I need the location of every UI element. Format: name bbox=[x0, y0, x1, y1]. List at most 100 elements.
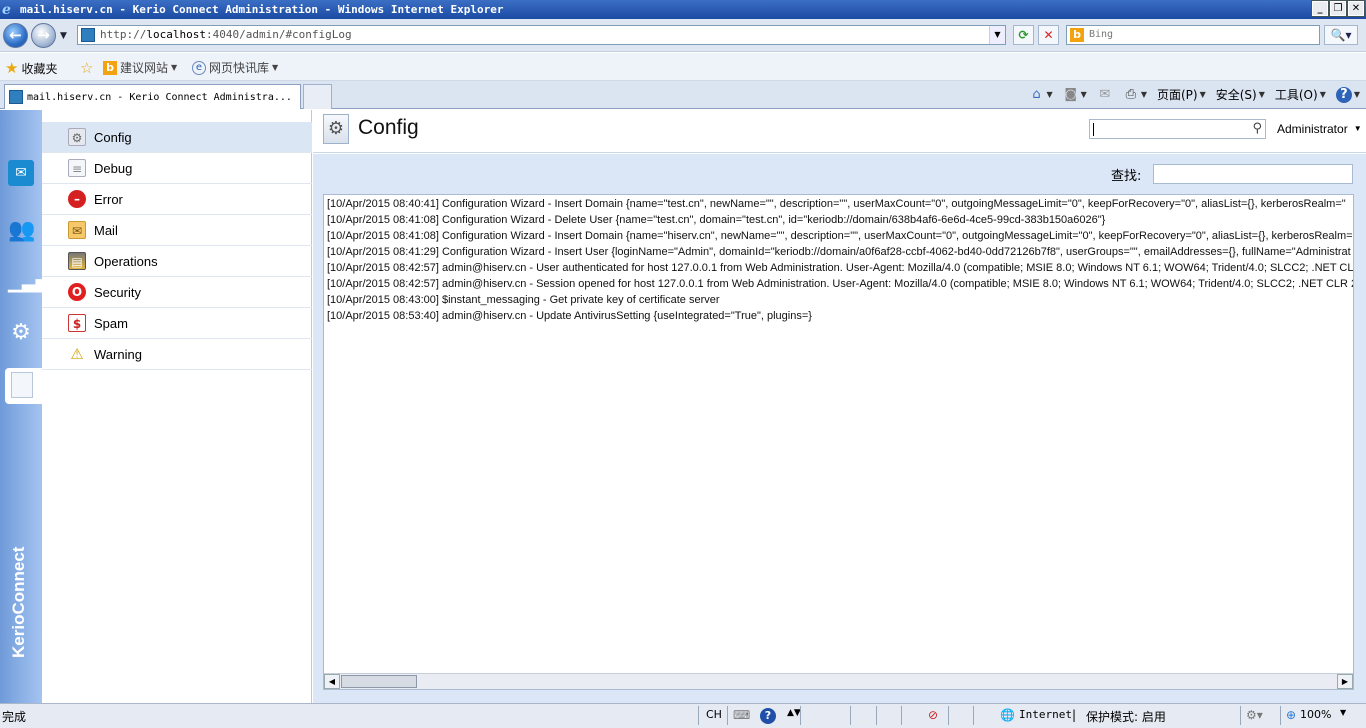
help-icon[interactable]: ? bbox=[760, 708, 776, 724]
spam-icon: $ bbox=[68, 314, 86, 332]
kerio-connect-logo: KerioConnect bbox=[9, 546, 28, 658]
options-arrows-icon[interactable]: ▲▼ bbox=[787, 708, 801, 718]
star-icon: ★ bbox=[5, 59, 19, 77]
log-line: [10/Apr/2015 08:53:40] admin@hiserv.cn -… bbox=[327, 310, 812, 322]
scroll-thumb[interactable] bbox=[341, 675, 417, 688]
status-text: 完成 bbox=[2, 710, 27, 724]
log-line: [10/Apr/2015 08:42:57] admin@hiserv.cn -… bbox=[327, 278, 1354, 290]
nav-item-operations[interactable]: ▤ Operations bbox=[42, 246, 312, 277]
safety-menu[interactable]: 安全(S) ▼ bbox=[1216, 86, 1265, 103]
module-rail: ✉ 👥 ▁▃▅ ⚙ KerioConnect bbox=[0, 110, 50, 703]
tools-menu[interactable]: 工具(O) ▼ bbox=[1275, 86, 1326, 103]
print-icon: ⎙ bbox=[1125, 86, 1137, 102]
address-url[interactable]: http://localhost:4040/admin/#configLog bbox=[100, 28, 352, 41]
close-button[interactable]: ✕ bbox=[1347, 0, 1365, 17]
back-button[interactable]: ← bbox=[3, 23, 28, 48]
log-line: [10/Apr/2015 08:40:41] Configuration Wiz… bbox=[327, 198, 1346, 210]
find-label: 查找: bbox=[1111, 169, 1142, 184]
add-favorite-icon: ☆ bbox=[80, 59, 94, 77]
chevron-down-icon: ▼ bbox=[1046, 90, 1053, 99]
config-icon: ⚙ bbox=[68, 128, 86, 146]
address-dropdown-icon[interactable]: ▼ bbox=[989, 26, 1005, 44]
search-button[interactable]: 🔍▾ bbox=[1324, 25, 1358, 45]
nav-item-security[interactable]: O Security bbox=[42, 277, 312, 308]
recent-pages-dropdown-icon[interactable]: ▼ bbox=[60, 31, 67, 41]
print-button[interactable]: ⎙ ▼ bbox=[1123, 87, 1147, 103]
content-header: ⚙ Config ⚲ Administrator ▼ bbox=[313, 110, 1366, 153]
log-line: [10/Apr/2015 08:41:29] Configuration Wiz… bbox=[327, 246, 1351, 258]
window-title: mail.hiserv.cn - Kerio Connect Administr… bbox=[20, 3, 504, 16]
main-content: ⚙ Config ⚲ Administrator ▼ 查找: [10/Apr/2… bbox=[313, 110, 1366, 703]
suggested-sites-button[interactable]: b 建议网站 ▼ bbox=[103, 59, 177, 76]
log-viewer[interactable]: [10/Apr/2015 08:40:41] Configuration Wiz… bbox=[323, 194, 1354, 690]
nav-item-warning[interactable]: ⚠ Warning bbox=[42, 339, 312, 370]
chevron-down-icon: ▼ bbox=[1353, 90, 1360, 99]
forward-button[interactable]: → bbox=[31, 23, 56, 48]
nav-item-spam[interactable]: $ Spam bbox=[42, 308, 312, 339]
site-favicon-icon bbox=[81, 28, 95, 42]
kerio-app: ✉ 👥 ▁▃▅ ⚙ KerioConnect ⚙ Config ≡ Debug … bbox=[0, 110, 1366, 703]
zoom-level[interactable]: 100% bbox=[1300, 708, 1331, 721]
restore-button[interactable]: ❐ bbox=[1329, 0, 1347, 17]
minimize-button[interactable]: _ bbox=[1311, 0, 1329, 17]
logs-module-tab[interactable] bbox=[5, 368, 42, 404]
chevron-down-icon: ▼ bbox=[1080, 90, 1087, 99]
logs-nav: ⚙ Config ≡ Debug – Error ✉ Mail ▤ Operat… bbox=[42, 110, 312, 703]
log-panel: 查找: [10/Apr/2015 08:40:41] Configuration… bbox=[313, 154, 1366, 703]
bing-icon: b bbox=[103, 60, 117, 75]
chevron-down-icon: ▼ bbox=[171, 63, 178, 72]
nav-item-mail[interactable]: ✉ Mail bbox=[42, 215, 312, 246]
statistics-module-icon[interactable]: ▁▃▅ bbox=[8, 270, 50, 296]
scroll-left-icon[interactable]: ◀ bbox=[324, 674, 340, 689]
new-tab-button[interactable] bbox=[303, 84, 332, 109]
command-bar: ⌂ ▼ ◙ ▼ ✉ ⎙ ▼ 页面(P) ▼ 安全(S) ▼ 工具(O) ▼ ? ▼ bbox=[1029, 86, 1360, 103]
settings-module-icon[interactable]: ⚙ bbox=[8, 320, 34, 346]
browser-tab[interactable]: mail.hiserv.cn - Kerio Connect Administr… bbox=[4, 84, 301, 109]
nav-item-config[interactable]: ⚙ Config bbox=[42, 122, 312, 153]
mail-icon: ✉ bbox=[1099, 86, 1111, 102]
address-bar[interactable]: http://localhost:4040/admin/#configLog ▼ bbox=[77, 25, 1006, 45]
horizontal-scrollbar[interactable]: ◀ ▶ bbox=[324, 673, 1353, 689]
log-line: [10/Apr/2015 08:42:57] admin@hiserv.cn -… bbox=[327, 262, 1354, 274]
ie-logo-icon: e bbox=[2, 1, 11, 18]
chevron-down-icon: ▼ bbox=[272, 63, 279, 72]
home-button[interactable]: ⌂ ▼ bbox=[1029, 86, 1053, 103]
language-indicator[interactable]: CH bbox=[706, 708, 722, 721]
add-favorite-button[interactable]: ☆ bbox=[80, 59, 93, 77]
security-icon: O bbox=[68, 283, 86, 301]
popup-blocker-icon[interactable]: ⊘ bbox=[928, 708, 938, 722]
search-input[interactable]: b Bing bbox=[1066, 25, 1320, 45]
refresh-button[interactable]: ⟳ bbox=[1013, 25, 1034, 45]
home-icon: ⌂ bbox=[1032, 86, 1041, 102]
find-input[interactable] bbox=[1153, 164, 1353, 184]
scroll-right-icon[interactable]: ▶ bbox=[1337, 674, 1353, 689]
users-module-icon[interactable]: 👥 bbox=[8, 218, 35, 244]
config-log-icon: ⚙ bbox=[323, 114, 349, 144]
read-mail-button[interactable]: ✉ bbox=[1097, 87, 1113, 103]
stop-button[interactable]: ✕ bbox=[1038, 25, 1059, 45]
status-bar: 完成 CH ⌨ ? ▲▼ ⊘ 🌐 Internet | 保护模式: 启用 ⚙▾ … bbox=[0, 703, 1366, 728]
user-menu[interactable]: Administrator ▼ bbox=[1277, 122, 1362, 136]
global-search-input[interactable]: ⚲ bbox=[1089, 119, 1266, 139]
search-icon[interactable]: ⚲ bbox=[1252, 121, 1262, 136]
web-slice-gallery-button[interactable]: e 网页快讯库 ▼ bbox=[192, 59, 278, 76]
favorites-button[interactable]: ★ 收藏夹 bbox=[5, 59, 57, 77]
page-menu[interactable]: 页面(P) ▼ bbox=[1157, 86, 1206, 103]
chevron-down-icon: ▼ bbox=[1199, 90, 1206, 99]
nav-item-error[interactable]: – Error bbox=[42, 184, 312, 215]
log-line: [10/Apr/2015 08:41:08] Configuration Wiz… bbox=[327, 214, 1106, 226]
operations-icon: ▤ bbox=[68, 252, 86, 270]
mail-module-icon[interactable]: ✉ bbox=[8, 160, 34, 186]
zoom-icon: ⊕ bbox=[1286, 708, 1297, 722]
privacy-icon[interactable]: ⚙▾ bbox=[1246, 708, 1263, 722]
feeds-button[interactable]: ◙ ▼ bbox=[1063, 87, 1087, 103]
chevron-down-icon: ▼ bbox=[1258, 90, 1265, 99]
nav-item-debug[interactable]: ≡ Debug bbox=[42, 153, 312, 184]
zoom-dropdown-icon[interactable]: ▼ bbox=[1340, 708, 1346, 717]
keyboard-icon[interactable]: ⌨ bbox=[733, 708, 750, 722]
help-button[interactable]: ? ▼ bbox=[1335, 86, 1360, 103]
error-icon: – bbox=[68, 190, 86, 208]
chevron-down-icon: ▼ bbox=[1140, 90, 1147, 99]
chevron-down-icon: ▼ bbox=[1353, 124, 1362, 133]
favorites-bar: ★ 收藏夹 ☆ b 建议网站 ▼ e 网页快讯库 ▼ bbox=[0, 53, 1366, 81]
